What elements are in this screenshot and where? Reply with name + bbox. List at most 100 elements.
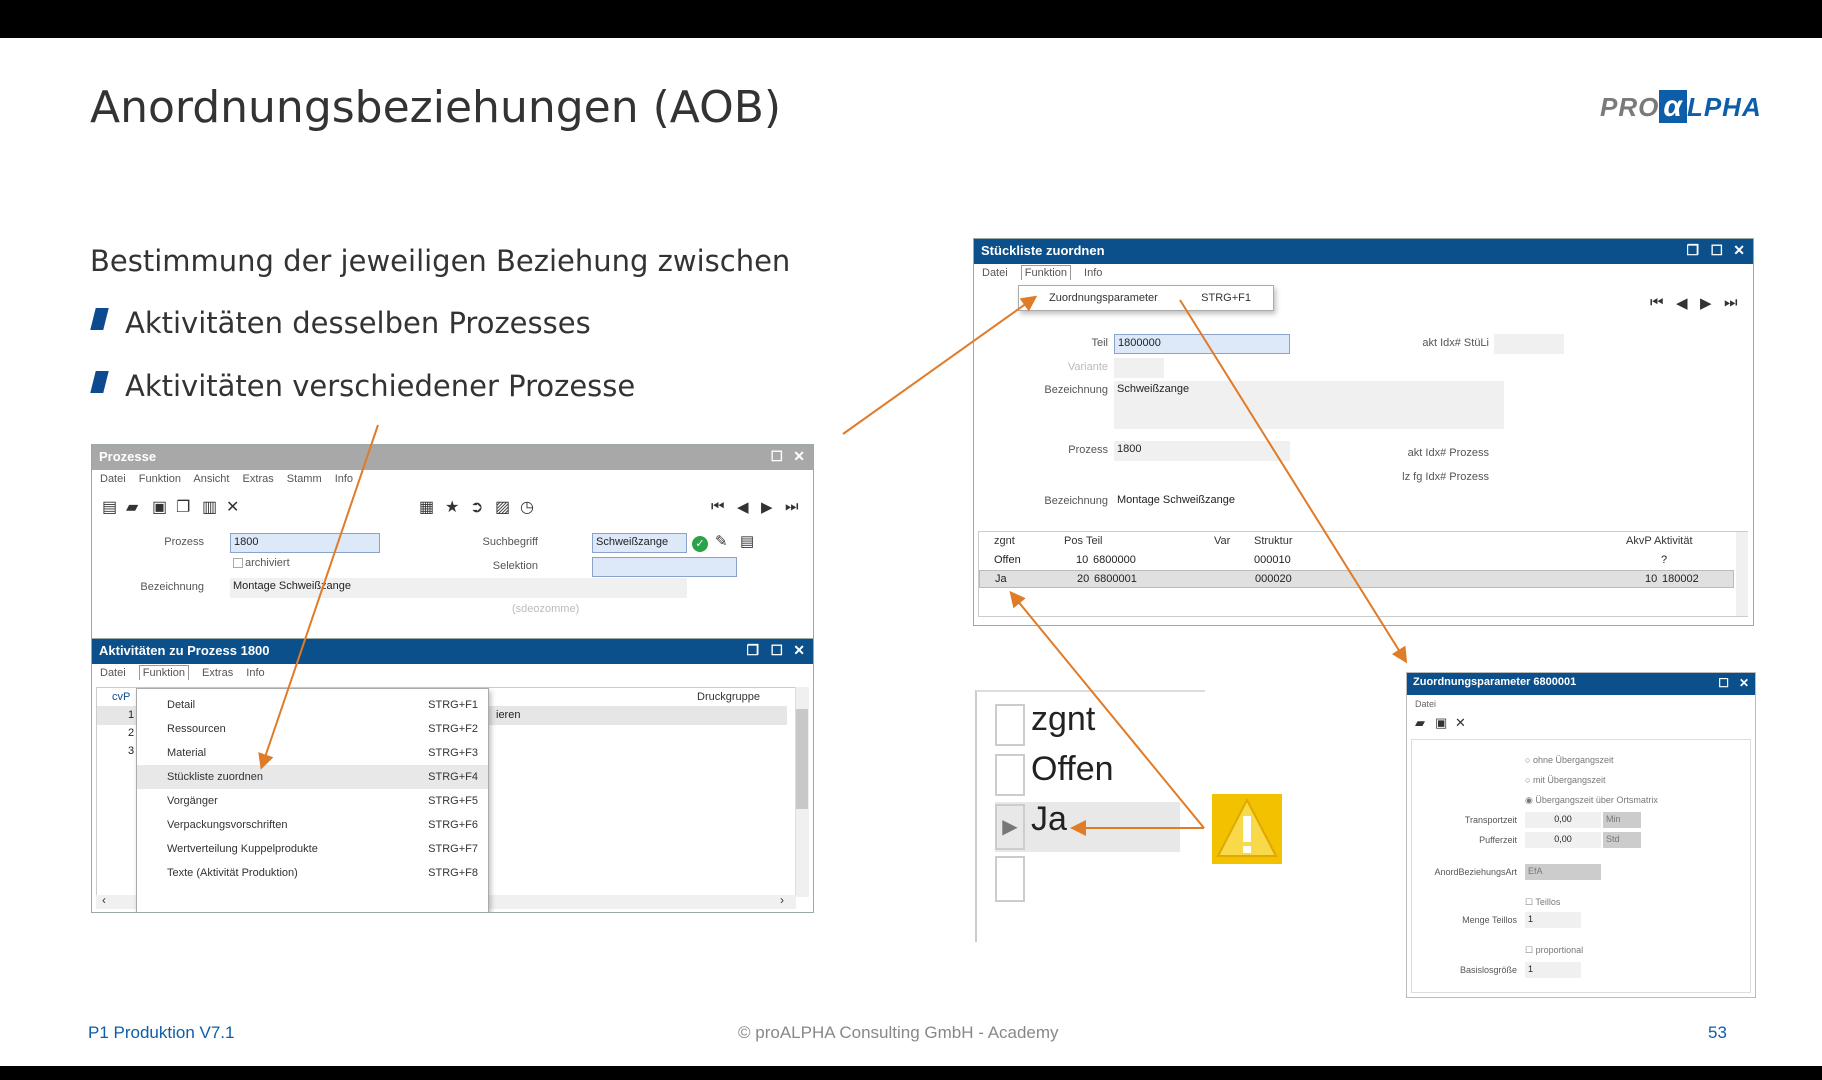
pufferzeit-input[interactable]: 0,00 <box>1525 832 1601 848</box>
zoom-header-zgnt: zgnt <box>1031 700 1096 738</box>
variante-input[interactable] <box>1114 358 1164 378</box>
forward-icon[interactable]: ➲ <box>470 497 483 517</box>
selektion-label: Selektion <box>492 560 538 572</box>
menu-funktion[interactable]: Funktion <box>1020 265 1071 280</box>
radio-mit-uebergangszeit[interactable]: ○ mit Übergangszeit <box>1525 775 1605 785</box>
menu-info[interactable]: Info <box>335 473 353 485</box>
basislosgroesse-input[interactable]: 1 <box>1525 962 1581 978</box>
maximize-icon[interactable]: ☐ <box>1710 242 1723 259</box>
print-icon[interactable]: ▨ <box>495 497 510 517</box>
akt-stuli-input[interactable] <box>1494 334 1564 354</box>
menu-datei[interactable]: Datei <box>100 473 126 485</box>
menu-datei[interactable]: Datei <box>982 267 1008 279</box>
bezeichnung-input[interactable]: Montage Schweißzange <box>230 578 687 598</box>
last-record-icon[interactable]: ⏭ <box>1724 294 1738 311</box>
menu-item-wertverteilung[interactable]: Wertverteilung Kuppelprodukte STRG+F7 <box>137 837 488 861</box>
transportzeit-unit[interactable]: Min <box>1603 812 1641 828</box>
menu-extras[interactable]: Extras <box>202 667 233 679</box>
table-row-selected[interactable]: Ja 20 6800001 000020 10 180002 <box>979 570 1734 588</box>
menu-item-material[interactable]: Material STRG+F3 <box>137 741 488 765</box>
radio-ortsmatrix[interactable]: ◉ Übergangszeit über Ortsmatrix <box>1525 795 1658 806</box>
last-record-icon[interactable]: ⏭ <box>785 498 799 515</box>
radio-ohne-uebergangszeit[interactable]: ○ ohne Übergangszeit <box>1525 755 1614 765</box>
anord-select[interactable]: EfA <box>1525 864 1601 880</box>
save-icon[interactable]: ▣ <box>152 497 167 517</box>
next-record-icon[interactable]: ▶ <box>761 498 773 516</box>
footer-copyright: © proALPHA Consulting GmbH - Academy <box>738 1023 1059 1042</box>
new-icon[interactable]: ▤ <box>102 497 117 517</box>
menu-funktion[interactable]: Funktion <box>139 473 181 485</box>
menu-info[interactable]: Info <box>246 667 264 679</box>
archiviert-checkbox[interactable] <box>233 558 243 568</box>
table-row[interactable]: Offen 10 6800000 000010 ? <box>979 551 1734 569</box>
menge-teillos-input[interactable]: 1 <box>1525 912 1581 928</box>
save-icon[interactable]: ▣ <box>1435 715 1447 731</box>
first-record-icon[interactable]: ⏮ <box>711 498 725 515</box>
pufferzeit-label: Pufferzeit <box>1479 835 1517 845</box>
menu-ansicht[interactable]: Ansicht <box>193 473 229 485</box>
vertical-scrollbar[interactable] <box>1736 532 1748 616</box>
menu-item-verpackungsvorschriften[interactable]: Verpackungsvorschriften STRG+F6 <box>137 813 488 837</box>
edit-note-icon[interactable]: ✎ <box>715 532 728 550</box>
close-icon[interactable]: ✕ <box>793 448 805 465</box>
scrollbar-thumb[interactable] <box>796 709 808 809</box>
menu-item-ressourcen[interactable]: Ressourcen STRG+F2 <box>137 717 488 741</box>
maximize-icon[interactable]: ☐ <box>770 448 783 465</box>
scroll-right-icon[interactable]: › <box>780 893 784 907</box>
clock-icon[interactable]: ◷ <box>520 497 534 517</box>
menu-stamm[interactable]: Stamm <box>287 473 322 485</box>
row-fragment: ieren <box>496 709 521 721</box>
scroll-left-icon[interactable]: ‹ <box>102 893 106 907</box>
aktivitaeten-window: Aktivitäten zu Prozess 1800 ❐ ☐ ✕ Datei … <box>91 638 814 913</box>
menu-datei[interactable]: Datei <box>1415 699 1436 709</box>
menu-datei[interactable]: Datei <box>100 667 126 679</box>
cell-struktur: 000020 <box>1255 573 1292 585</box>
selektion-input[interactable] <box>592 557 737 577</box>
slide: Anordnungsbeziehungen (AOB) PRO α LPHA Bes… <box>0 38 1822 1066</box>
cell-pos: 10 <box>1076 554 1089 566</box>
cancel-icon[interactable]: ✕ <box>1455 715 1466 731</box>
prev-record-icon[interactable]: ◀ <box>1676 294 1688 312</box>
maximize-icon[interactable]: ☐ <box>1718 676 1729 690</box>
menu-item-vorgaenger[interactable]: Vorgänger STRG+F5 <box>137 789 488 813</box>
teillos-checkbox[interactable]: ☐ Teillos <box>1525 897 1560 908</box>
restore-icon[interactable]: ❐ <box>746 642 759 659</box>
teil-input[interactable]: 1800000 <box>1114 334 1290 354</box>
menu-funktion[interactable]: Funktion <box>138 665 189 680</box>
suchbegriff-input[interactable]: Schweißzange <box>592 533 687 553</box>
menu-item-stueckliste-zuordnen[interactable]: Stückliste zuordnen STRG+F4 <box>137 765 488 789</box>
prozess-input[interactable]: 1800 <box>1114 441 1290 461</box>
star-icon[interactable]: ★ <box>445 497 459 517</box>
first-record-icon[interactable]: ⏮ <box>1650 294 1664 311</box>
transportzeit-input[interactable]: 0,00 <box>1525 812 1601 828</box>
proportional-checkbox[interactable]: ☐ proportional <box>1525 945 1583 956</box>
grid-header-var: Var <box>1214 535 1231 547</box>
zuordnungsparameter-dropdown-item[interactable]: Zuordnungsparameter STRG+F1 <box>1018 285 1274 311</box>
copy-icon[interactable]: ❐ <box>176 497 190 517</box>
menu-item-texte[interactable]: Texte (Aktivität Produktion) STRG+F8 <box>137 861 488 885</box>
prev-record-icon[interactable]: ◀ <box>737 498 749 516</box>
delete-icon[interactable]: ▥ <box>202 497 217 517</box>
close-icon[interactable]: ✕ <box>793 642 805 659</box>
menu-extras[interactable]: Extras <box>243 473 274 485</box>
pufferzeit-unit[interactable]: Std <box>1603 832 1641 848</box>
document-icon[interactable]: ▤ <box>740 532 754 550</box>
anord-label: AnordBeziehungsArt <box>1434 867 1517 877</box>
bezeichnung-input[interactable]: Schweißzange <box>1114 381 1504 429</box>
next-record-icon[interactable]: ▶ <box>1700 294 1712 312</box>
calendar-icon[interactable]: ▦ <box>419 497 434 517</box>
prozess-label: Prozess <box>164 536 204 548</box>
confirm-check-icon[interactable]: ✓ <box>692 536 708 552</box>
restore-icon[interactable]: ❐ <box>1686 242 1699 259</box>
close-icon[interactable]: ✕ <box>1739 676 1749 690</box>
close-icon[interactable]: ✕ <box>1733 242 1745 259</box>
open-folder-icon[interactable]: ▰ <box>126 497 138 517</box>
cancel-icon[interactable]: ✕ <box>226 497 239 517</box>
maximize-icon[interactable]: ☐ <box>770 642 783 659</box>
menu-info[interactable]: Info <box>1084 267 1102 279</box>
menu-item-detail[interactable]: Detail STRG+F1 <box>137 693 488 717</box>
prozess-input[interactable]: 1800 <box>230 533 380 553</box>
bullet-1: Aktivitäten desselben Prozesses <box>125 306 591 340</box>
cell-zgnt: Ja <box>995 573 1007 585</box>
open-folder-icon[interactable]: ▰ <box>1415 715 1425 731</box>
